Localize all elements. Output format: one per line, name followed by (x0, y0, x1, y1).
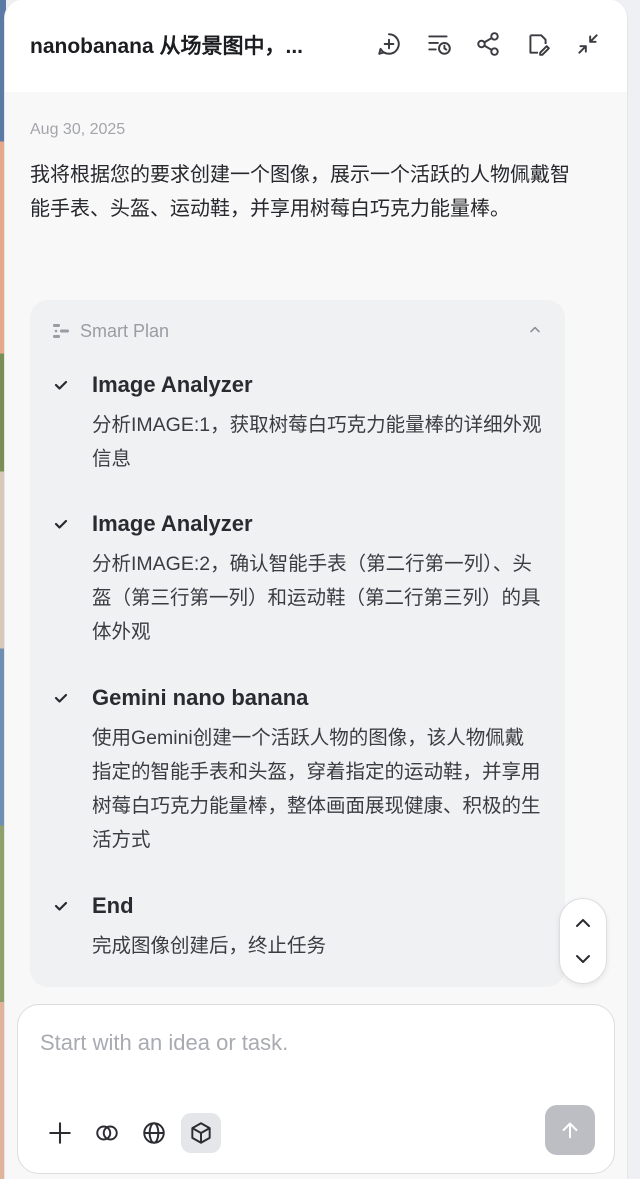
smart-plan-header[interactable]: Smart Plan (52, 319, 169, 343)
check-icon (52, 376, 74, 398)
chat-panel: nanobanana 从场景图中，... Aug 30, 2025 我将根据您的… (4, 0, 628, 1179)
link-icon (96, 1125, 118, 1141)
collapse-plan-button[interactable] (525, 320, 545, 340)
check-icon (52, 515, 74, 537)
history-button[interactable] (425, 30, 453, 58)
history-icon (428, 35, 451, 55)
message-date: Aug 30, 2025 (30, 121, 126, 138)
check-icon (52, 689, 74, 711)
check-icon (52, 897, 74, 919)
edit-icon (529, 34, 550, 56)
header: nanobanana 从场景图中，... (5, 0, 627, 92)
plus-icon (49, 1122, 71, 1144)
step-title: Image Analyzer (92, 511, 253, 536)
scroll-navigator (559, 898, 607, 984)
step-title: End (92, 893, 134, 918)
chevron-up-icon (530, 326, 540, 333)
edit-button[interactable] (524, 30, 552, 58)
send-button[interactable] (545, 1105, 595, 1155)
arrow-up-icon (562, 1122, 578, 1139)
share-button[interactable] (474, 30, 502, 58)
minimize-icon (578, 34, 598, 54)
step-description: 分析IMAGE:2，确认智能手表（第二行第一列）、头盔（第三行第一列）和运动鞋（… (92, 553, 541, 643)
step-title: Gemini nano banana (92, 685, 309, 710)
chevron-down-icon (576, 955, 590, 963)
share-icon (477, 32, 499, 56)
step-description: 分析IMAGE:1，获取树莓白巧克力能量棒的详细外观信息 (92, 414, 542, 470)
step-description: 完成图像创建后，终止任务 (92, 935, 327, 957)
chevron-up-icon (576, 919, 590, 927)
assistant-message: 我将根据您的要求创建一个图像，展示一个活跃的人物佩戴智能手表、头盔、运动鞋，并享… (30, 164, 570, 220)
step-title: Image Analyzer (92, 372, 253, 397)
plan-icon (53, 324, 69, 338)
scroll-down-button[interactable] (573, 949, 593, 969)
add-attachment-button[interactable] (40, 1113, 80, 1153)
connect-button[interactable] (87, 1113, 127, 1153)
model-button[interactable] (181, 1113, 221, 1153)
scroll-up-button[interactable] (573, 913, 593, 933)
new-chat-button[interactable] (375, 30, 403, 58)
step-description: 使用Gemini创建一个活跃人物的图像，该人物佩戴指定的智能手表和头盔，穿着指定… (92, 727, 541, 851)
conversation-title: nanobanana 从场景图中，... (30, 35, 304, 58)
new-chat-icon (378, 33, 400, 55)
cube-icon (191, 1122, 211, 1144)
composer (17, 1004, 615, 1174)
smart-plan-title: Smart Plan (80, 320, 170, 341)
task-input[interactable] (38, 1027, 582, 1059)
globe-icon (143, 1122, 165, 1144)
minimize-button[interactable] (574, 30, 602, 58)
smart-plan-card: Smart Plan Image Analyzer 分析IMAGE:1，获取树莓… (30, 300, 565, 987)
web-search-button[interactable] (134, 1113, 174, 1153)
